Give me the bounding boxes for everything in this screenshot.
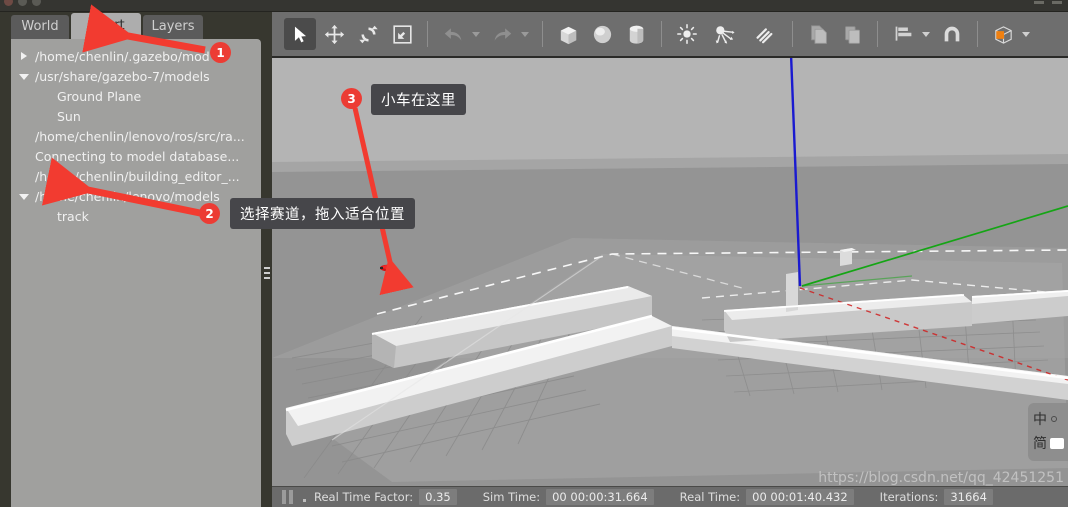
ime-mode-char: 中 [1033, 412, 1047, 428]
ime-script-char: 简 [1033, 436, 1047, 452]
left-panel: World Insert Layers /home/chenlin/.gazeb… [0, 12, 272, 507]
real-time-factor-label: Real Time Factor: [314, 490, 414, 504]
minimize-icon[interactable] [18, 0, 27, 6]
annotation-badge-1: 1 [210, 42, 231, 63]
copy-button[interactable] [802, 18, 834, 50]
scene-geometry [272, 58, 1068, 482]
toolbar-separator [542, 21, 543, 47]
tree-item-usr-share-gazebo7[interactable]: /usr/share/gazebo-7/models [11, 66, 261, 86]
insert-cylinder-button[interactable] [620, 18, 652, 50]
rotate-mode-button[interactable] [352, 18, 384, 50]
iterations-label: Iterations: [879, 490, 939, 504]
tree-item-label: /home/chenlin/.gazebo/mod [35, 48, 210, 64]
panel-toggle-icon[interactable] [1034, 1, 1044, 4]
panel-toggle-icon-2[interactable] [1052, 1, 1062, 4]
window-control-buttons[interactable] [4, 0, 41, 6]
chevron-down-icon[interactable] [17, 188, 33, 204]
real-time-value: 00 00:01:40.432 [746, 489, 854, 505]
car-model [380, 264, 396, 272]
insert-directional-light-button[interactable] [745, 18, 783, 50]
gazebo-window: World Insert Layers /home/chenlin/.gazeb… [0, 0, 1068, 507]
tree-item-label: /home/chenlin/lenovo/ros/src/ra... [35, 128, 245, 144]
ime-script-row[interactable]: 简 [1033, 431, 1068, 455]
ime-indicator[interactable]: 中 简 [1028, 403, 1068, 461]
sim-time-value: 00 00:00:31.664 [546, 489, 654, 505]
insert-model-tree[interactable]: /home/chenlin/.gazebo/mod /usr/share/gaz… [11, 39, 261, 507]
view-angle-button[interactable] [987, 18, 1019, 50]
chevron-down-icon[interactable] [17, 68, 33, 84]
sim-time-label: Sim Time: [482, 490, 541, 504]
toolbar-separator [877, 21, 878, 47]
view-angle-dropdown-caret-icon[interactable] [1022, 31, 1030, 37]
tree-item-label: /usr/share/gazebo-7/models [35, 68, 210, 84]
window-right-controls[interactable] [1034, 1, 1062, 4]
translate-mode-button[interactable] [318, 18, 350, 50]
insert-box-button[interactable] [552, 18, 584, 50]
step-button[interactable] [303, 498, 306, 502]
scale-mode-button[interactable] [386, 18, 418, 50]
splitter-grip-icon[interactable] [264, 267, 270, 282]
tree-item-label: /home/chenlin/lenovo/models [35, 188, 220, 204]
paste-button[interactable] [836, 18, 868, 50]
tree-item-label: Ground Plane [57, 88, 142, 104]
undo-dropdown-caret-icon[interactable] [472, 31, 480, 37]
tree-item-connecting-db: Connecting to model database... [11, 146, 261, 166]
align-dropdown-caret-icon[interactable] [922, 31, 930, 37]
toolbar-separator [661, 21, 662, 47]
real-time-label: Real Time: [679, 490, 741, 504]
keyboard-icon[interactable] [1050, 437, 1064, 449]
tab-insert[interactable]: Insert [71, 13, 141, 39]
real-time-factor-value: 0.35 [419, 489, 457, 505]
tree-item-building-editor[interactable]: /home/chenlin/building_editor_... [11, 166, 261, 186]
redo-dropdown-caret-icon[interactable] [521, 31, 529, 37]
tree-item-label: /home/chenlin/building_editor_... [35, 168, 240, 184]
tree-item-ground-plane[interactable]: Ground Plane [11, 86, 261, 106]
tree-item-track[interactable]: track [11, 206, 261, 226]
toolbar-separator [427, 21, 428, 47]
tree-item-label: track [57, 208, 89, 224]
gazebo-3d-viewport[interactable] [272, 58, 1068, 486]
toolbar-separator [977, 21, 978, 47]
tree-item-label: Connecting to model database... [35, 148, 240, 164]
status-bar: Real Time Factor: 0.35 Sim Time: 00 00:0… [272, 486, 1068, 507]
annotation-badge-3: 3 [341, 88, 362, 109]
insert-sphere-button[interactable] [586, 18, 618, 50]
tab-layers[interactable]: Layers [143, 15, 203, 39]
tree-item-lenovo-models[interactable]: /home/chenlin/lenovo/models [11, 186, 261, 206]
insert-point-light-button[interactable] [671, 18, 703, 50]
tree-item-label: Sun [57, 108, 81, 124]
tree-item-ros-src[interactable]: /home/chenlin/lenovo/ros/src/ra... [11, 126, 261, 146]
annotation-label-track: 选择赛道，拖入适合位置 [230, 198, 415, 229]
close-icon[interactable] [4, 0, 13, 6]
undo-button[interactable] [437, 18, 469, 50]
main-toolbar [272, 12, 1068, 58]
annotation-badge-2: 2 [199, 203, 220, 224]
tab-world[interactable]: World [11, 15, 69, 39]
annotation-label-car: 小车在这里 [371, 84, 466, 115]
ime-punctuation-icon[interactable] [1051, 416, 1057, 422]
tree-item-sun[interactable]: Sun [11, 106, 261, 126]
panel-tab-strip: World Insert Layers [0, 12, 272, 39]
snap-button[interactable] [936, 18, 968, 50]
window-title-bar [0, 0, 1068, 12]
panel-splitter[interactable] [262, 12, 272, 507]
toolbar-separator [792, 21, 793, 47]
maximize-icon[interactable] [32, 0, 41, 6]
select-mode-button[interactable] [284, 18, 316, 50]
pause-button[interactable] [282, 490, 293, 504]
align-button[interactable] [887, 18, 919, 50]
ime-mode-row[interactable]: 中 [1033, 407, 1068, 431]
watermark-url: https://blog.csdn.net/qq_42451251 [818, 470, 1064, 486]
iterations-value: 31664 [944, 489, 993, 505]
insert-spot-light-button[interactable] [705, 18, 743, 50]
chevron-right-icon[interactable] [17, 48, 33, 64]
redo-button[interactable] [486, 18, 518, 50]
